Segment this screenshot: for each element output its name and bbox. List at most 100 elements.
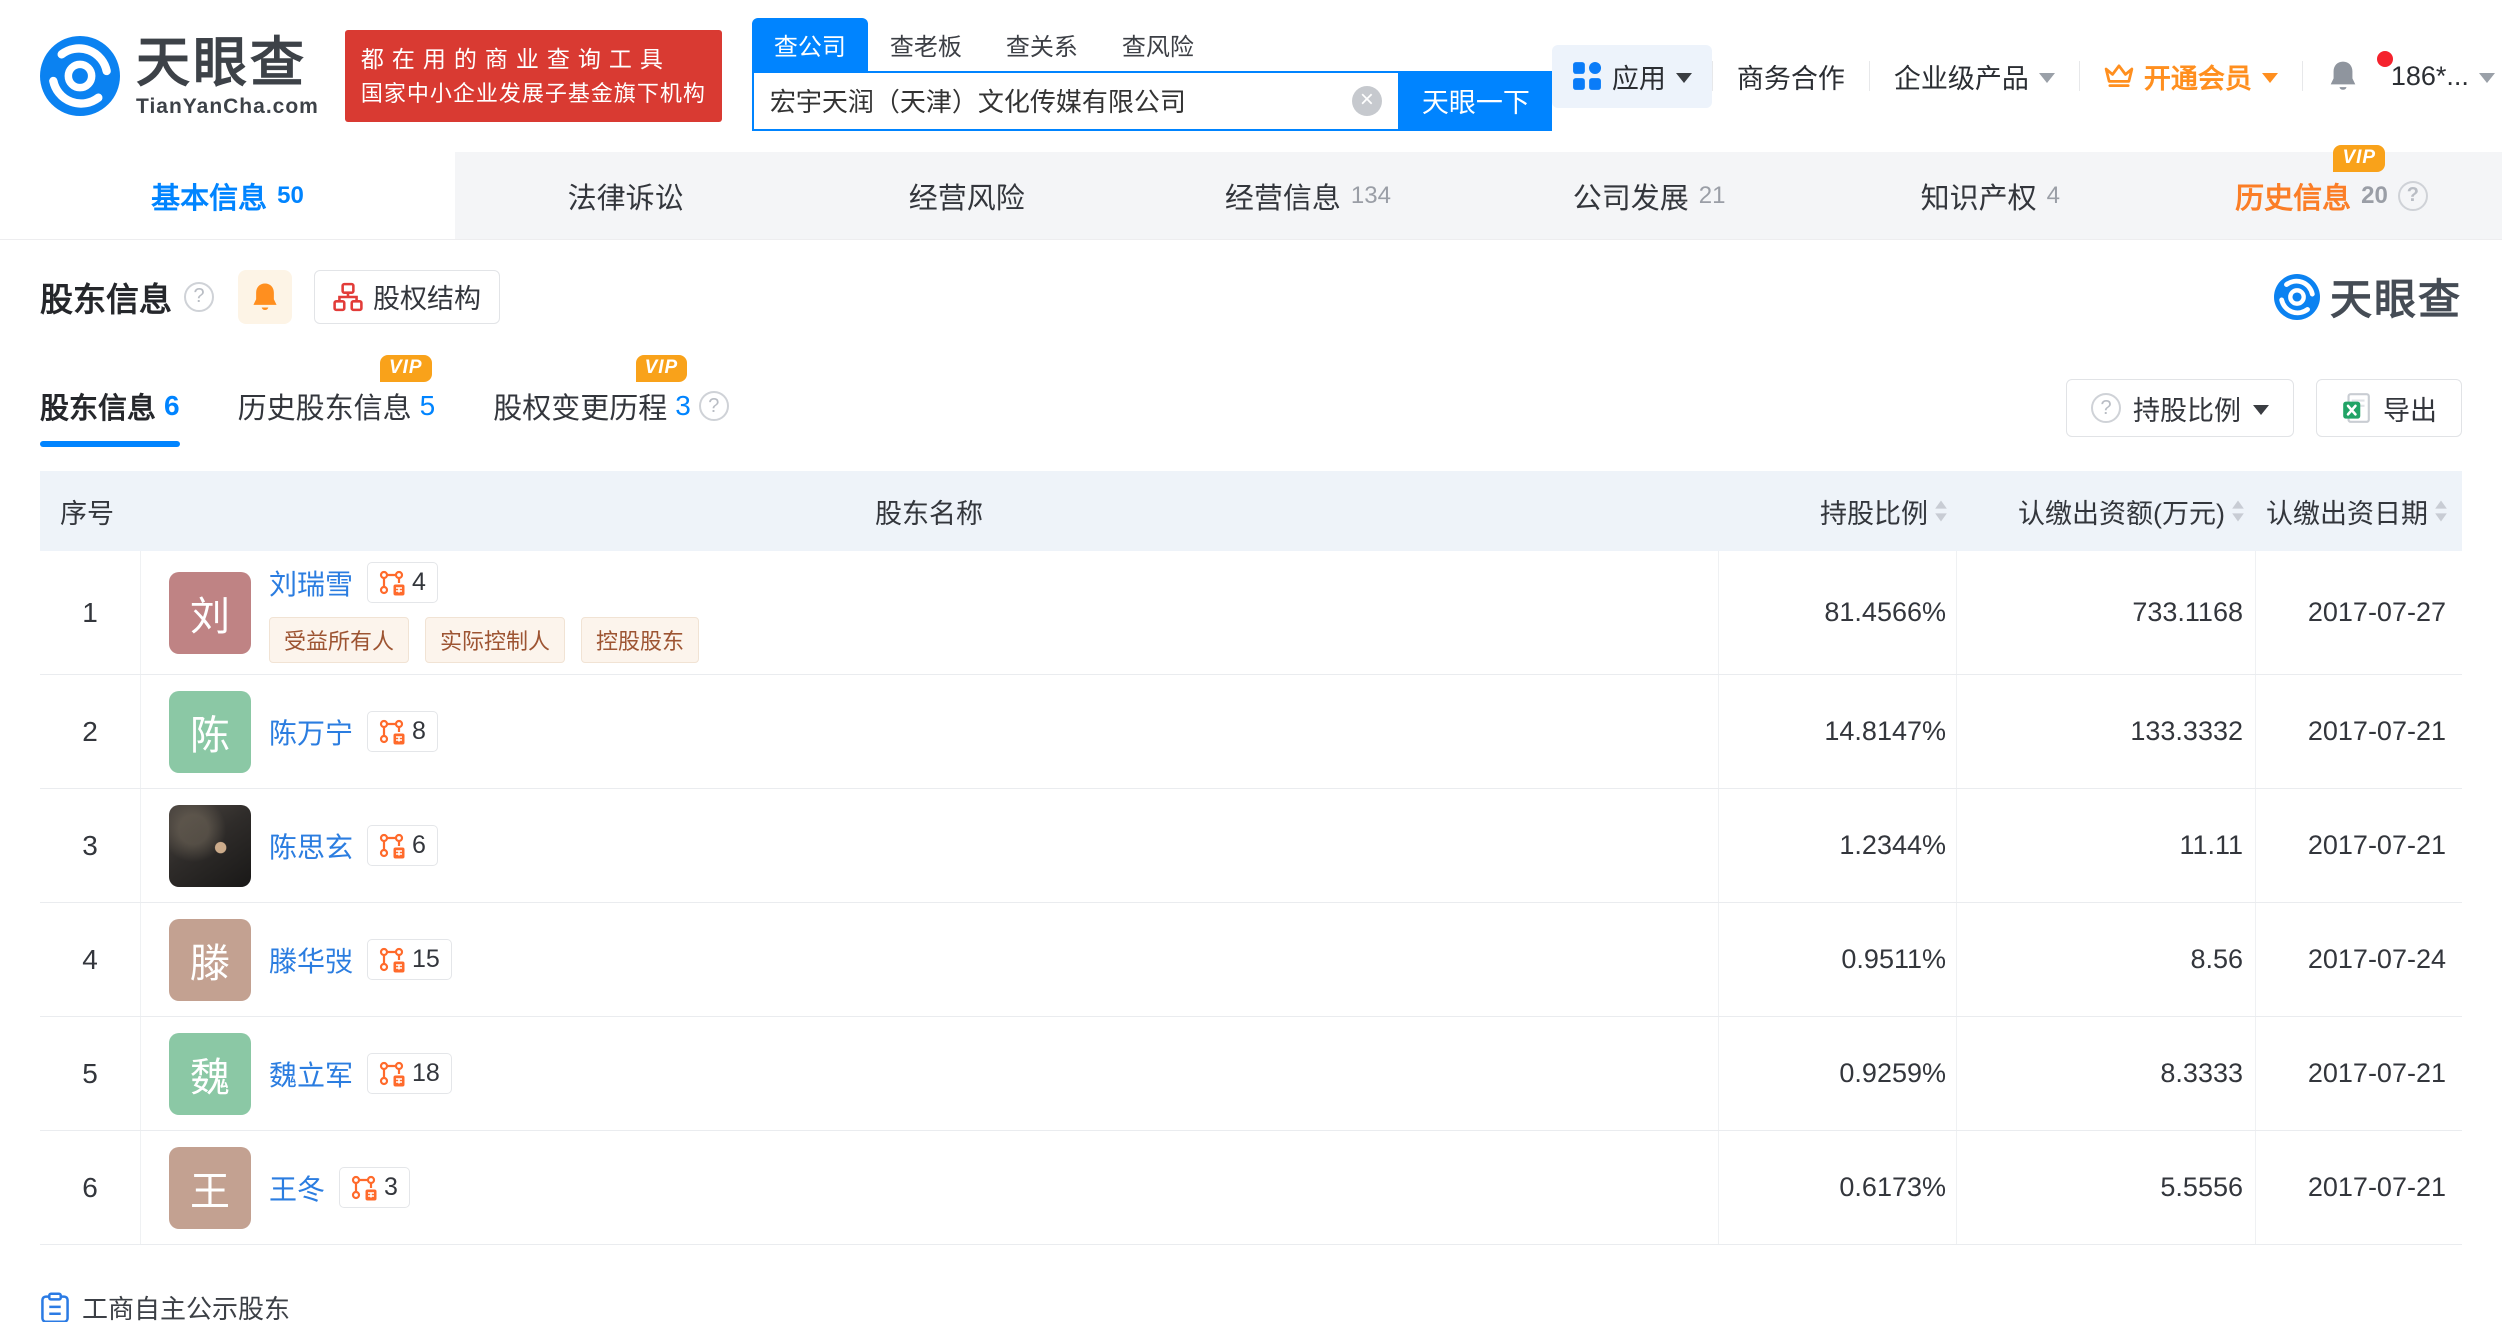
shareholder-avatar[interactable]: 滕 — [169, 918, 251, 1001]
sort-icon[interactable] — [2434, 499, 2448, 523]
nav-tab-count: 134 — [1350, 181, 1391, 209]
nav-tab-basic-info[interactable]: 基本信息 50 — [0, 152, 455, 239]
chevron-down-icon — [1675, 73, 1692, 83]
clear-icon[interactable]: × — [1351, 85, 1382, 116]
related-companies-badge[interactable]: 18 — [367, 1053, 452, 1094]
search-tab-relation[interactable]: 查关系 — [984, 18, 1100, 71]
subtab-shareholders[interactable]: 股东信息 6 — [40, 385, 180, 447]
table-row: 1 刘 刘瑞雪 4 受益所有人 实际控制人 控股股东 81.4566% 733.… — [40, 551, 2462, 675]
watermark-text: 天眼查 — [2329, 276, 2462, 323]
help-icon[interactable]: ? — [2397, 180, 2428, 211]
enterprise-product-menu[interactable]: 企业级产品 — [1870, 57, 2079, 96]
nav-tab-label: 法律诉讼 — [567, 182, 684, 215]
subtab-label: 股东信息 — [40, 393, 157, 425]
shareholder-tag: 受益所有人 — [269, 617, 410, 663]
help-icon[interactable]: ? — [184, 281, 214, 312]
biz-cooperation-link[interactable]: 商务合作 — [1713, 57, 1869, 96]
nav-tab-history-info[interactable]: 历史信息 VIP 20 ? — [2161, 144, 2502, 239]
relation-graph-icon — [379, 719, 405, 744]
open-membership-menu[interactable]: 开通会员 — [2080, 57, 2302, 96]
shareholder-name-link[interactable]: 魏立军 — [269, 1054, 353, 1094]
chevron-down-icon — [2038, 73, 2055, 83]
row-index: 5 — [82, 1057, 98, 1089]
nav-tab-intellectual-property[interactable]: 知识产权 4 — [1820, 152, 2161, 239]
table-footer-note: 工商自主公示股东 — [40, 1289, 2462, 1322]
search-tab-company[interactable]: 查公司 — [751, 17, 868, 71]
shareholder-name-line: 滕华弢 15 — [269, 939, 452, 980]
shareholder-name-line: 陈思玄 6 — [269, 825, 438, 866]
vip-badge: VIP — [379, 355, 432, 382]
subtab-history-shareholders[interactable]: 历史股东信息 VIP 5 — [238, 355, 435, 447]
column-header-index: 序号 — [60, 498, 114, 529]
banner-line-2: 国家中小企业发展子基金旗下机构 — [360, 81, 706, 107]
table-toolbar: ? 持股比例 导出 — [2066, 379, 2462, 447]
enterprise-label: 企业级产品 — [1893, 63, 2029, 94]
related-companies-badge[interactable]: 8 — [367, 711, 438, 752]
help-icon: ? — [2091, 393, 2121, 423]
shareholder-name-line: 刘瑞雪 4 — [269, 562, 699, 603]
related-companies-count: 3 — [384, 1173, 398, 1201]
column-header-ratio[interactable]: 持股比例 — [1718, 492, 1956, 531]
shareholder-info: 魏立军 18 — [269, 1053, 452, 1094]
shareholder-avatar[interactable]: 刘 — [169, 571, 251, 654]
related-companies-badge[interactable]: 6 — [367, 825, 438, 866]
shareholder-cell: 王 王冬 3 — [140, 1131, 1718, 1244]
excel-icon — [2343, 393, 2370, 423]
related-companies-badge[interactable]: 4 — [367, 562, 438, 603]
shareholder-avatar[interactable]: 王 — [169, 1146, 251, 1229]
shareholder-avatar[interactable] — [169, 804, 251, 887]
sort-by-ratio-dropdown[interactable]: ? 持股比例 — [2066, 379, 2294, 437]
ratio-cell: 1.2344% — [1718, 789, 1956, 902]
help-icon[interactable]: ? — [698, 391, 729, 421]
shareholder-name-line: 魏立军 18 — [269, 1053, 452, 1094]
date-cell: 2017-07-21 — [2255, 675, 2462, 788]
shareholder-name-link[interactable]: 陈思玄 — [269, 826, 353, 866]
nav-tab-legal[interactable]: 法律诉讼 — [455, 152, 796, 239]
subtab-equity-change-history[interactable]: 股权变更历程 VIP 3 ? — [493, 355, 729, 447]
table-header-row: 序号 股东名称 持股比例 认缴出资额(万元) 认缴出资日期 — [40, 471, 2462, 551]
shareholder-name-link[interactable]: 陈万宁 — [269, 712, 353, 752]
nav-tab-operating-info[interactable]: 经营信息 134 — [1137, 152, 1478, 239]
chevron-down-icon — [2478, 73, 2495, 83]
column-header-label: 认缴出资额(万元) — [2018, 498, 2225, 529]
shareholder-info: 王冬 3 — [269, 1167, 410, 1208]
shareholder-name-link[interactable]: 滕华弢 — [269, 940, 353, 980]
export-button[interactable]: 导出 — [2316, 379, 2462, 437]
section-title: 股东信息 — [40, 280, 172, 318]
search-input[interactable] — [769, 85, 1352, 116]
brand-logo[interactable]: 天眼查 TianYanCha.com — [40, 36, 319, 117]
shareholder-subtabs: 股东信息 6 历史股东信息 VIP 5 股权变更历程 VIP 3 ? ? 持股比… — [40, 355, 2462, 447]
shareholder-avatar[interactable]: 魏 — [169, 1032, 251, 1115]
shareholder-info: 滕华弢 15 — [269, 939, 452, 980]
related-companies-badge[interactable]: 15 — [367, 939, 452, 980]
related-companies-count: 18 — [412, 1059, 440, 1087]
shareholder-tags: 受益所有人 实际控制人 控股股东 — [269, 617, 700, 663]
sort-icon[interactable] — [1934, 499, 1948, 523]
monitor-bell-button[interactable] — [238, 269, 292, 324]
shareholder-name-link[interactable]: 刘瑞雪 — [269, 563, 353, 603]
search-button[interactable]: 天眼一下 — [1399, 70, 1552, 131]
table-body: 1 刘 刘瑞雪 4 受益所有人 实际控制人 控股股东 81.4566% 733.… — [40, 551, 2462, 1245]
ratio-cell: 14.8147% — [1718, 675, 1956, 788]
related-companies-badge[interactable]: 3 — [339, 1167, 410, 1208]
equity-structure-button[interactable]: 股权结构 — [314, 269, 500, 324]
nav-tab-operating-risk[interactable]: 经营风险 — [796, 152, 1137, 239]
chevron-down-icon — [2261, 73, 2278, 83]
relation-graph-icon — [351, 1175, 377, 1200]
column-header-amount[interactable]: 认缴出资额(万元) — [1956, 492, 2255, 531]
search-tab-risk[interactable]: 查风险 — [1100, 18, 1216, 71]
user-menu[interactable]: 186*... — [2383, 61, 2502, 92]
sort-icon[interactable] — [2231, 499, 2245, 523]
notification-bell-button[interactable] — [2303, 51, 2393, 93]
shareholder-cell: 滕 滕华弢 15 — [140, 903, 1718, 1016]
nav-tab-company-development[interactable]: 公司发展 21 — [1479, 152, 1820, 239]
search-tab-boss[interactable]: 查老板 — [868, 18, 984, 71]
table-row: 6 王 王冬 3 0.6173% 5.5556 2017-07-21 — [40, 1131, 2462, 1245]
shareholder-avatar[interactable]: 陈 — [169, 690, 251, 773]
column-header-date[interactable]: 认缴出资日期 — [2255, 492, 2462, 531]
shareholder-name-link[interactable]: 王冬 — [269, 1168, 325, 1208]
amount-cell: 5.5556 — [1956, 1131, 2255, 1244]
row-index: 6 — [82, 1171, 98, 1203]
apps-button[interactable]: 应用 — [1551, 44, 1712, 108]
shareholder-cell: 魏 魏立军 18 — [140, 1017, 1718, 1130]
